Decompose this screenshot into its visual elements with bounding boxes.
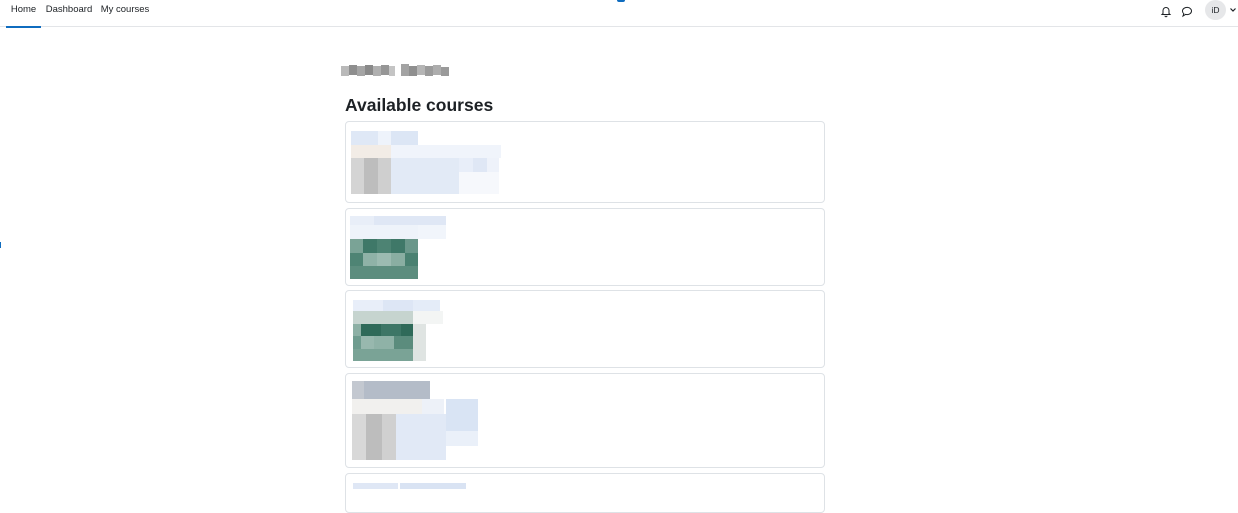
tab-home[interactable]: Home <box>6 0 41 28</box>
course-content-redacted <box>353 300 443 361</box>
tab-dashboard[interactable]: Dashboard <box>44 0 94 27</box>
bell-icon[interactable] <box>1159 4 1173 18</box>
user-avatar[interactable]: iD <box>1205 0 1226 20</box>
course-content-redacted <box>352 381 478 460</box>
chevron-down-icon[interactable] <box>1229 6 1237 14</box>
available-courses-heading: Available courses <box>345 95 494 115</box>
course-card[interactable] <box>345 473 825 513</box>
course-card[interactable] <box>345 208 825 286</box>
message-icon[interactable] <box>1180 4 1194 18</box>
course-content-redacted <box>350 216 446 279</box>
page-loading-indicator <box>617 0 625 2</box>
drawer-edge-marker <box>0 242 1 248</box>
top-navbar: Home Dashboard My courses iD <box>0 0 1238 28</box>
course-content-redacted <box>353 483 466 489</box>
course-card[interactable] <box>345 121 825 203</box>
site-name-redacted <box>341 64 449 76</box>
course-content-redacted <box>351 131 501 194</box>
course-card[interactable] <box>345 373 825 468</box>
tab-my-courses[interactable]: My courses <box>98 0 152 27</box>
course-card[interactable] <box>345 290 825 368</box>
